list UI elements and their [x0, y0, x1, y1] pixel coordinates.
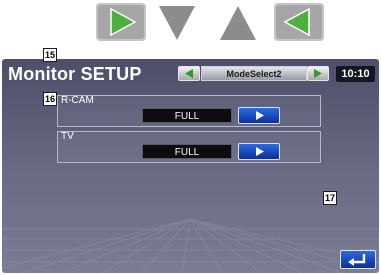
setting-label: TV: [61, 131, 74, 142]
nav-left-button[interactable]: [273, 2, 325, 47]
mode-next-button[interactable]: [307, 66, 329, 81]
setting-value-display: FULL: [142, 108, 232, 123]
setting-row-tv: TV FULL: [57, 131, 321, 163]
triangle-right-icon: [314, 69, 322, 78]
play-right-icon: [256, 147, 264, 156]
rcam-next-button[interactable]: [238, 107, 280, 124]
clock-display: 10:10: [336, 66, 375, 82]
nav-down-button[interactable]: [157, 2, 197, 47]
page-title: Monitor SETUP: [8, 64, 142, 84]
header-bar: Monitor SETUP ModeSelect2 10:10: [2, 61, 379, 87]
triangle-down-icon: [159, 6, 195, 40]
return-button[interactable]: [340, 250, 376, 269]
background-grid-floor: [2, 218, 379, 273]
nav-right-button[interactable]: [95, 2, 147, 47]
monitor-setup-screen: Monitor SETUP ModeSelect2 10:10 R-CAM FU…: [2, 59, 379, 273]
callout-marker: 15: [43, 48, 57, 62]
triangle-up-icon: [220, 6, 256, 40]
callout-marker: 16: [43, 92, 57, 106]
setting-value-display: FULL: [142, 144, 232, 159]
nav-up-button[interactable]: [218, 2, 258, 47]
play-left-icon: [274, 3, 324, 41]
mode-prev-button[interactable]: [178, 66, 200, 81]
triangle-left-icon: [185, 69, 193, 78]
setting-label: R-CAM: [61, 95, 94, 106]
mode-select-label: ModeSelect2: [201, 66, 307, 81]
play-right-icon: [96, 3, 146, 41]
return-arrow-icon: [348, 254, 366, 266]
play-right-icon: [256, 111, 264, 120]
callout-marker: 17: [323, 191, 337, 205]
tv-next-button[interactable]: [238, 143, 280, 160]
setting-row-rcam: R-CAM FULL: [57, 95, 321, 127]
